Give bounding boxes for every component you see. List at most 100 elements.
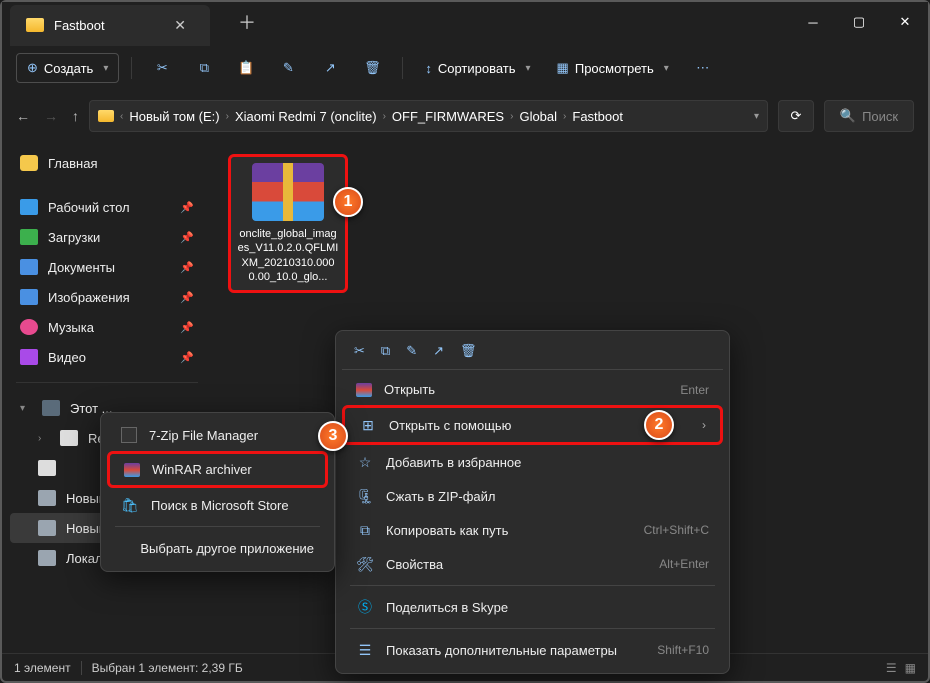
view-label: Просмотреть	[575, 61, 654, 76]
ctx-more[interactable]: ☰Показать дополнительные параметрыShift+…	[342, 633, 723, 667]
chevron-right-icon[interactable]: ›	[38, 433, 50, 444]
copy-path-icon: ⧉	[356, 521, 374, 539]
delete-icon[interactable]: 🗑	[460, 343, 477, 359]
add-tab-button[interactable]: ＋	[230, 5, 264, 39]
details-view-icon[interactable]: ☰	[886, 661, 897, 675]
cut-icon[interactable]: ✂	[354, 343, 365, 359]
crumb-fastboot[interactable]: Fastboot	[572, 109, 623, 124]
status-selection: Выбран 1 элемент: 2,39 ГБ	[92, 661, 243, 675]
ctx-7zip[interactable]: 7-Zip File Manager 3	[107, 419, 328, 451]
back-button[interactable]: ←	[16, 108, 30, 124]
ctx-other-app[interactable]: Выбрать другое приложение	[107, 531, 328, 565]
sidebar-item-desktop[interactable]: Рабочий стол📌	[10, 192, 204, 222]
pin-icon: 📌	[180, 201, 194, 214]
ctx-favorites[interactable]: ☆Добавить в избранное	[342, 445, 723, 479]
address-bar: ← → ↑ ‹ Новый том (E:)› Xiaomi Redmi 7 (…	[2, 94, 928, 138]
crumb-device[interactable]: Xiaomi Redmi 7 (onclite)›	[235, 109, 386, 124]
more-icon: ☰	[356, 641, 374, 659]
window-controls: ─ ▢ ✕	[790, 2, 928, 42]
callout-2: 2	[644, 410, 674, 440]
context-menu-main: ✂ ⧉ ✎ ↗ 🗑 ОткрытьEnter ⊞ Открыть с помощ…	[335, 330, 730, 674]
crumb-firmwares[interactable]: OFF_FIRMWARES›	[392, 109, 514, 124]
context-menu-openwith: 7-Zip File Manager 3 WinRAR archiver 🛍По…	[100, 412, 335, 572]
new-button[interactable]: ⊕ Создать ▾	[16, 53, 119, 83]
tab-title: Fastboot	[54, 18, 105, 33]
sidebar-item-documents[interactable]: Документы📌	[10, 252, 204, 282]
drive-icon	[38, 550, 56, 566]
file-item[interactable]: onclite_global_images_V11.0.2.0.QFLMIXM_…	[228, 154, 348, 293]
close-button[interactable]: ✕	[882, 2, 928, 42]
minimize-button[interactable]: ─	[790, 2, 836, 42]
folder-icon	[98, 110, 114, 122]
view-button[interactable]: ▦ Просмотреть ▾	[547, 54, 679, 82]
titlebar: Fastboot ✕ ＋ ─ ▢ ✕	[2, 2, 928, 42]
winrar-icon	[124, 463, 140, 477]
pin-icon: 📌	[180, 321, 194, 334]
documents-icon	[20, 259, 38, 275]
toolbar: ⊕ Создать ▾ ✂ ⧉ 📋 ✎ ↗ 🗑 ↕ Сортировать ▾ …	[2, 42, 928, 94]
delete-icon[interactable]: 🗑	[354, 50, 390, 86]
callout-3: 3	[318, 421, 348, 451]
downloads-icon	[20, 229, 38, 245]
sidebar-item-pictures[interactable]: Изображения📌	[10, 282, 204, 312]
refresh-button[interactable]: ⟳	[778, 100, 814, 132]
file-icon	[60, 430, 78, 446]
rename-icon[interactable]: ✎	[270, 50, 306, 86]
ctx-store[interactable]: 🛍Поиск в Microsoft Store	[107, 488, 328, 522]
star-icon: ☆	[356, 453, 374, 471]
up-button[interactable]: ↑	[72, 108, 79, 124]
paste-icon[interactable]: 📋	[228, 50, 264, 86]
crumb-global[interactable]: Global›	[519, 109, 566, 124]
music-icon	[20, 319, 38, 335]
file-name: onclite_global_images_V11.0.2.0.QFLMIXM_…	[237, 227, 339, 284]
sidebar: Главная Рабочий стол📌 Загрузки📌 Документ…	[2, 138, 212, 653]
pin-icon: 📌	[180, 261, 194, 274]
sidebar-item-music[interactable]: Музыка📌	[10, 312, 204, 342]
ctx-skype[interactable]: ⓈПоделиться в Skype	[342, 590, 723, 624]
sidebar-item-video[interactable]: Видео📌	[10, 342, 204, 372]
search-icon: 🔍	[840, 108, 856, 124]
nav-arrows: ← → ↑	[16, 108, 79, 124]
properties-icon: 🛠	[356, 555, 374, 573]
skype-icon: Ⓢ	[356, 598, 374, 616]
sidebar-item-home[interactable]: Главная	[10, 148, 204, 178]
sort-button[interactable]: ↕ Сортировать ▾	[415, 55, 540, 82]
status-count: 1 элемент	[14, 661, 71, 675]
ctx-properties[interactable]: 🛠СвойстваAlt+Enter	[342, 547, 723, 581]
crumb-drive[interactable]: Новый том (E:)›	[129, 109, 229, 124]
share-icon[interactable]: ↗	[312, 50, 348, 86]
more-icon[interactable]: ⋯	[685, 50, 721, 86]
rename-icon[interactable]: ✎	[406, 343, 417, 359]
new-label: Создать	[44, 61, 93, 76]
ctx-copy-path[interactable]: ⧉Копировать как путьCtrl+Shift+C	[342, 513, 723, 547]
sidebar-item-downloads[interactable]: Загрузки📌	[10, 222, 204, 252]
share-icon[interactable]: ↗	[433, 343, 444, 359]
close-tab-icon[interactable]: ✕	[166, 13, 194, 38]
ctx-open-with[interactable]: ⊞ Открыть с помощью › 2	[342, 405, 723, 445]
forward-button[interactable]: →	[44, 108, 58, 124]
home-icon	[20, 155, 38, 171]
breadcrumb[interactable]: ‹ Новый том (E:)› Xiaomi Redmi 7 (onclit…	[89, 100, 768, 132]
callout-1: 1	[333, 187, 363, 217]
drive-icon	[38, 520, 56, 536]
ctx-winrar[interactable]: WinRAR archiver	[107, 451, 328, 488]
pin-icon: 📌	[180, 351, 194, 364]
cut-icon[interactable]: ✂	[144, 50, 180, 86]
ctx-zip[interactable]: 🗜Сжать в ZIP-файл	[342, 479, 723, 513]
chevron-down-icon[interactable]: ▾	[20, 403, 32, 414]
copy-icon[interactable]: ⧉	[381, 343, 390, 359]
view-toggles: ☰ ▦	[886, 661, 916, 675]
copy-icon[interactable]: ⧉	[186, 50, 222, 86]
context-icon-bar: ✂ ⧉ ✎ ↗ 🗑	[342, 337, 723, 370]
search-input[interactable]: 🔍 Поиск	[824, 100, 914, 132]
icons-view-icon[interactable]: ▦	[905, 661, 916, 675]
drive-icon	[38, 490, 56, 506]
search-placeholder: Поиск	[862, 109, 898, 124]
ctx-open[interactable]: ОткрытьEnter	[342, 374, 723, 405]
zip-icon: 🗜	[356, 487, 374, 505]
maximize-button[interactable]: ▢	[836, 2, 882, 42]
file-icon	[38, 460, 56, 476]
tab-fastboot[interactable]: Fastboot ✕	[10, 5, 210, 46]
rar-archive-icon	[252, 163, 324, 221]
video-icon	[20, 349, 38, 365]
